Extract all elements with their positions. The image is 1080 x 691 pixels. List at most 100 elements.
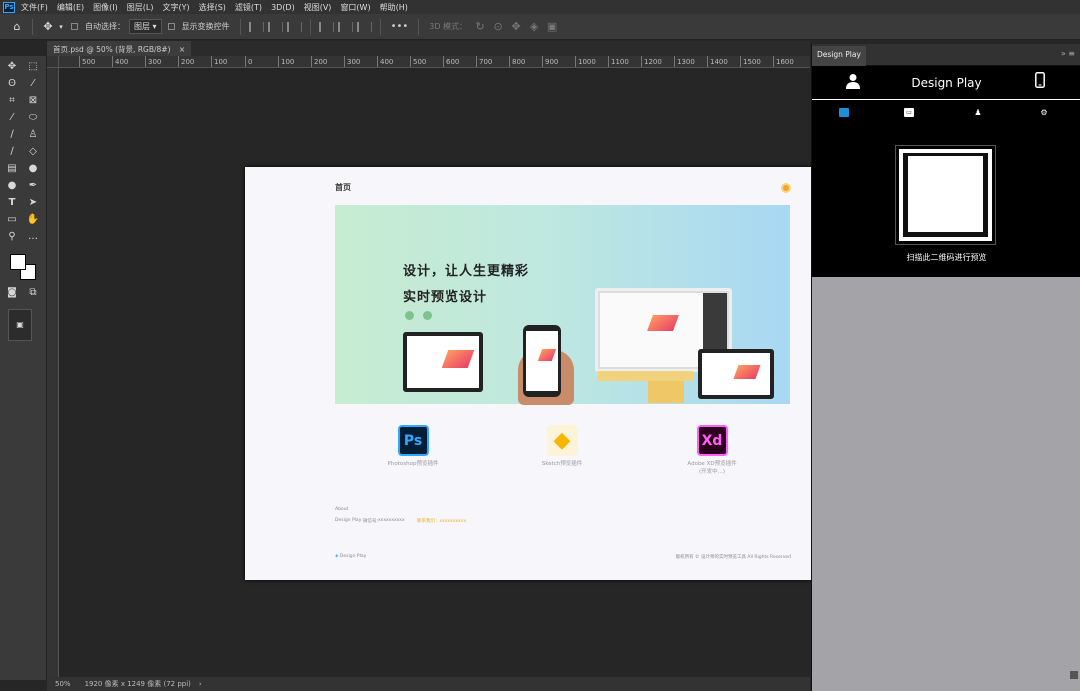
ruler-tick: 200 <box>311 56 327 67</box>
ruler-tick: 100 <box>278 56 294 67</box>
menu-window[interactable]: 窗口(W) <box>340 2 370 13</box>
frame-tool-icon[interactable]: ⊠ <box>26 94 40 108</box>
artwork <box>647 315 679 331</box>
menu-select[interactable]: 选择(S) <box>199 2 226 13</box>
panel-menu-icon[interactable]: » ≡ <box>1061 49 1075 58</box>
plugin-xd[interactable]: Xd Adobe XD预览插件 (开发中...) <box>652 425 772 476</box>
quick-mask-icon[interactable]: ◙ <box>5 286 19 300</box>
ruler-tick: 400 <box>112 56 128 67</box>
pen-tool-icon[interactable]: ✒ <box>26 179 40 193</box>
zoom-level[interactable]: 50% <box>55 680 71 688</box>
design-play-panel: Design Play » ≡ Design Play ▭ ♟ ⚙ 扫描此二维码… <box>811 44 1080 691</box>
chevron-down-icon[interactable]: ▾ <box>57 23 65 31</box>
3d-slide-icon[interactable]: ◈ <box>525 20 543 33</box>
vertical-ruler[interactable] <box>47 68 59 680</box>
gradient-tool-icon[interactable]: ▤ <box>5 162 19 176</box>
auto-select-dropdown[interactable]: 图层 ▾ <box>129 19 162 34</box>
plugin-widget[interactable]: ▣ <box>8 309 32 341</box>
resize-handle[interactable] <box>1070 671 1078 679</box>
artwork <box>441 350 475 368</box>
document-canvas[interactable]: 首页 设计，让人生更精彩 实时预览设计 Ps Photoshop预览插件 ◆ S… <box>245 167 811 580</box>
hero-headline: 设计，让人生更精彩 <box>403 264 530 279</box>
image-icon[interactable] <box>839 108 849 117</box>
path-select-tool-icon[interactable]: ➤ <box>26 196 40 210</box>
ruler-tick: 500 <box>410 56 426 67</box>
ruler-tick: 1200 <box>641 56 662 67</box>
hero-banner: 设计，让人生更精彩 实时预览设计 <box>335 205 790 405</box>
plugin-sketch[interactable]: ◆ Sketch预览插件 <box>502 425 622 468</box>
menu-edit[interactable]: 编辑(E) <box>57 2 84 13</box>
brush-tool-icon[interactable]: ∕ <box>5 128 19 142</box>
menu-image[interactable]: 图像(I) <box>93 2 118 13</box>
phone-screen <box>526 331 558 391</box>
menu-type[interactable]: 文字(Y) <box>162 2 189 13</box>
marquee-tool-icon[interactable]: ⬚ <box>26 60 40 74</box>
menu-filter[interactable]: 滤镜(T) <box>235 2 262 13</box>
photoshop-logo: Ps <box>3 1 15 13</box>
phone-icon[interactable] <box>1035 72 1045 91</box>
show-transform-checkbox[interactable] <box>167 23 175 30</box>
ruler-tick: 1100 <box>608 56 629 67</box>
magic-wand-tool-icon[interactable]: ⁄ <box>26 77 40 91</box>
menu-file[interactable]: 文件(F) <box>21 2 48 13</box>
shape-tool-icon[interactable]: ▭ <box>5 213 19 227</box>
more-tools-icon[interactable]: … <box>26 230 40 244</box>
plugin-label: Sketch预览插件 <box>541 461 583 467</box>
menu-bar: Ps 文件(F) 编辑(E) 图像(I) 图层(L) 文字(Y) 选择(S) 滤… <box>0 0 1080 14</box>
chevron-right-icon[interactable]: › <box>199 680 202 688</box>
ruler-corner <box>47 56 59 68</box>
menu-view[interactable]: 视图(V) <box>304 2 332 13</box>
plugin-photoshop[interactable]: Ps Photoshop预览插件 <box>353 425 473 468</box>
blur-tool-icon[interactable]: ● <box>26 162 40 176</box>
dodge-tool-icon[interactable]: ● <box>5 179 19 193</box>
horizontal-ruler[interactable]: 500 400 300 200 100 0 100 200 300 400 50… <box>59 56 810 68</box>
3d-roll-icon[interactable]: ⊙ <box>489 20 507 33</box>
hero-subheadline: 实时预览设计 <box>403 290 488 305</box>
panel-tab[interactable]: Design Play <box>812 46 866 66</box>
screen-mode-icon[interactable]: ⧉ <box>26 286 40 300</box>
tablet-screen <box>407 336 479 388</box>
3d-scale-icon[interactable]: ▣ <box>543 20 561 33</box>
show-transform-label: 显示变换控件 <box>181 22 230 31</box>
menu-layer[interactable]: 图层(L) <box>127 2 154 13</box>
footer-highlight[interactable]: 联系我们：xxxxxxxxxx <box>417 518 466 524</box>
zoom-tool-icon[interactable]: ⚲ <box>5 230 19 244</box>
align-center-icon[interactable] <box>267 21 283 32</box>
sketch-tab-icon[interactable]: ▭ <box>904 108 914 117</box>
sketch-icon: ◆ <box>546 425 578 456</box>
eyedropper-tool-icon[interactable]: ⁄ <box>5 111 19 125</box>
more-options-button[interactable]: ••• <box>391 21 409 32</box>
foreground-color-swatch[interactable] <box>10 254 26 270</box>
crop-tool-icon[interactable]: ⌗ <box>5 94 19 108</box>
home-icon[interactable]: ⌂ <box>8 20 26 33</box>
menu-3d[interactable]: 3D(D) <box>271 3 295 12</box>
auto-select-value: 图层 <box>134 22 150 31</box>
document-tab[interactable]: 首页.psd @ 50% (背景, RGB/8#) × <box>47 41 192 56</box>
lasso-tool-icon[interactable]: ʘ <box>5 77 19 91</box>
patch-tool-icon[interactable]: ⬭ <box>26 111 40 125</box>
badge-icon <box>423 311 432 320</box>
stamp-tool-icon[interactable]: ♙ <box>26 128 40 142</box>
hand-tool-icon[interactable]: ✋ <box>26 213 40 227</box>
align-middle-icon[interactable] <box>337 21 353 32</box>
move-icon[interactable]: ✥ <box>39 20 57 33</box>
ruler-tick: 100 <box>211 56 227 67</box>
move-tool-icon[interactable]: ✥ <box>5 60 19 74</box>
close-icon[interactable]: × <box>179 45 185 54</box>
history-brush-tool-icon[interactable]: ∕ <box>5 145 19 159</box>
align-left-icon[interactable] <box>248 21 264 32</box>
ruler-tick: 400 <box>377 56 393 67</box>
figure-icon[interactable]: ♟ <box>973 108 983 117</box>
ruler-tick: 600 <box>443 56 459 67</box>
menu-help[interactable]: 帮助(H) <box>380 2 408 13</box>
align-right-icon[interactable] <box>286 21 302 32</box>
3d-pan-icon[interactable]: ✥ <box>507 20 525 33</box>
document-info: 1920 像素 x 1249 像素 (72 ppi) <box>84 680 191 688</box>
align-top-icon[interactable] <box>318 21 334 32</box>
type-tool-icon[interactable]: T <box>5 196 19 210</box>
3d-rotate-icon[interactable]: ↻ <box>471 20 489 33</box>
align-bottom-icon[interactable] <box>356 21 372 32</box>
settings-icon[interactable]: ⚙ <box>1039 108 1049 117</box>
eraser-tool-icon[interactable]: ◇ <box>26 145 40 159</box>
auto-select-checkbox[interactable] <box>71 23 78 30</box>
